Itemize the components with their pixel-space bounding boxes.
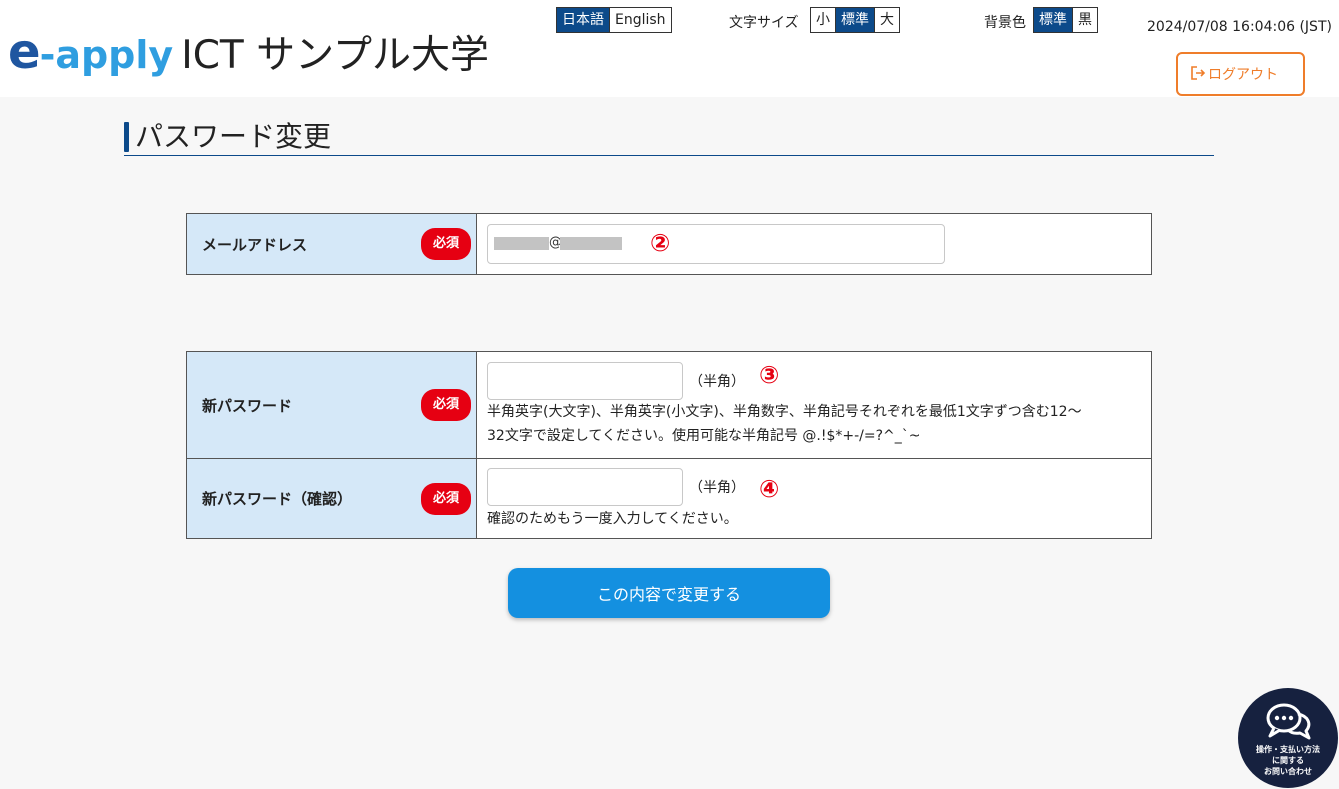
- confirm-password-value-cell: （半角） ④ 確認のためもう一度入力してください。: [477, 459, 1151, 538]
- current-datetime: 2024/07/08 16:04:06 (JST): [1147, 19, 1332, 35]
- logo-apply: -apply: [39, 33, 174, 77]
- new-password-input[interactable]: [487, 362, 683, 400]
- new-password-label-cell: 新パスワード 必須: [187, 352, 477, 458]
- font-size-label: 文字サイズ: [729, 15, 799, 31]
- email-label-cell: メールアドレス 必須: [187, 214, 477, 274]
- email-value-cell: @ ②: [477, 214, 1151, 274]
- language-switch: 日本語 English: [556, 7, 672, 33]
- bg-color-switch: 標準 黒: [1033, 7, 1098, 33]
- help-label-line1: 操作・支払い方法: [1256, 745, 1320, 754]
- header: e -apply ICT サンプル大学 日本語 English 文字サイズ 小 …: [0, 0, 1339, 97]
- help-label-line2: に関する: [1272, 756, 1304, 765]
- email-table: メールアドレス 必須 @ ②: [186, 213, 1152, 275]
- bg-color-standard[interactable]: 標準: [1034, 8, 1072, 32]
- required-badge: 必須: [421, 228, 471, 260]
- confirm-password-input[interactable]: [487, 468, 683, 506]
- help-label-line3: お問い合わせ: [1264, 767, 1312, 776]
- logo-e: e: [8, 24, 41, 80]
- password-rule-line1: 半角英字(大文字)、半角英字(小文字)、半角数字、半角記号それぞれを最低1文字ず…: [487, 404, 1082, 420]
- font-size-large[interactable]: 大: [874, 8, 899, 32]
- hankaku-note: （半角）: [689, 374, 745, 390]
- page-title-section: パスワード変更: [124, 120, 1214, 156]
- hankaku-note: （半角）: [689, 480, 745, 496]
- university-name: ICT サンプル大学: [181, 33, 489, 78]
- e-apply-logo: e -apply ICT サンプル大学: [8, 28, 489, 78]
- font-size-standard[interactable]: 標準: [835, 8, 874, 32]
- password-rule-line2: 32文字で設定してください。使用可能な半角記号 @.!$*+-/=?^_`~: [487, 428, 921, 444]
- email-label: メールアドレス: [202, 235, 308, 254]
- masked-text: [494, 237, 549, 250]
- font-size-switch: 小 標準 大: [810, 7, 900, 33]
- annotation-marker: ④: [759, 475, 780, 503]
- logout-label: ログアウト: [1208, 67, 1278, 83]
- bg-color-black[interactable]: 黒: [1072, 8, 1097, 32]
- new-password-label: 新パスワード: [202, 396, 293, 415]
- confirm-password-row: 新パスワード（確認） 必須 （半角） ④ 確認のためもう一度入力してください。: [187, 458, 1151, 538]
- title-accent-bar: [124, 122, 129, 152]
- email-field[interactable]: @ ②: [487, 224, 945, 264]
- new-password-value-cell: （半角） ③ 半角英字(大文字)、半角英字(小文字)、半角数字、半角記号それぞれ…: [477, 352, 1151, 458]
- required-badge: 必須: [421, 482, 471, 515]
- language-option-english[interactable]: English: [609, 8, 671, 32]
- page-title: パスワード変更: [135, 120, 332, 153]
- confirm-password-label: 新パスワード（確認）: [202, 490, 353, 508]
- password-table: 新パスワード 必須 （半角） ③ 半角英字(大文字)、半角英字(小文字)、半角数…: [186, 351, 1152, 539]
- help-contact-button[interactable]: 操作・支払い方法 に関する お問い合わせ: [1238, 688, 1338, 788]
- language-option-japanese[interactable]: 日本語: [557, 8, 609, 32]
- font-size-small[interactable]: 小: [811, 8, 835, 32]
- required-badge: 必須: [421, 389, 471, 421]
- chat-bubbles-icon: [1266, 703, 1311, 740]
- logout-button[interactable]: ログアウト: [1176, 52, 1305, 96]
- bg-color-label: 背景色: [984, 15, 1026, 31]
- masked-text: [560, 237, 622, 250]
- confirm-password-hint: 確認のためもう一度入力してください。: [487, 511, 738, 527]
- submit-change-button[interactable]: この内容で変更する: [508, 568, 830, 618]
- logout-icon: [1191, 66, 1206, 80]
- new-password-row: 新パスワード 必須 （半角） ③ 半角英字(大文字)、半角英字(小文字)、半角数…: [187, 352, 1151, 458]
- email-row: メールアドレス 必須 @ ②: [187, 214, 1151, 274]
- confirm-password-label-cell: 新パスワード（確認） 必須: [187, 459, 477, 538]
- help-label: 操作・支払い方法 に関する お問い合わせ: [1238, 744, 1338, 777]
- annotation-marker: ②: [650, 229, 671, 257]
- annotation-marker: ③: [759, 361, 780, 389]
